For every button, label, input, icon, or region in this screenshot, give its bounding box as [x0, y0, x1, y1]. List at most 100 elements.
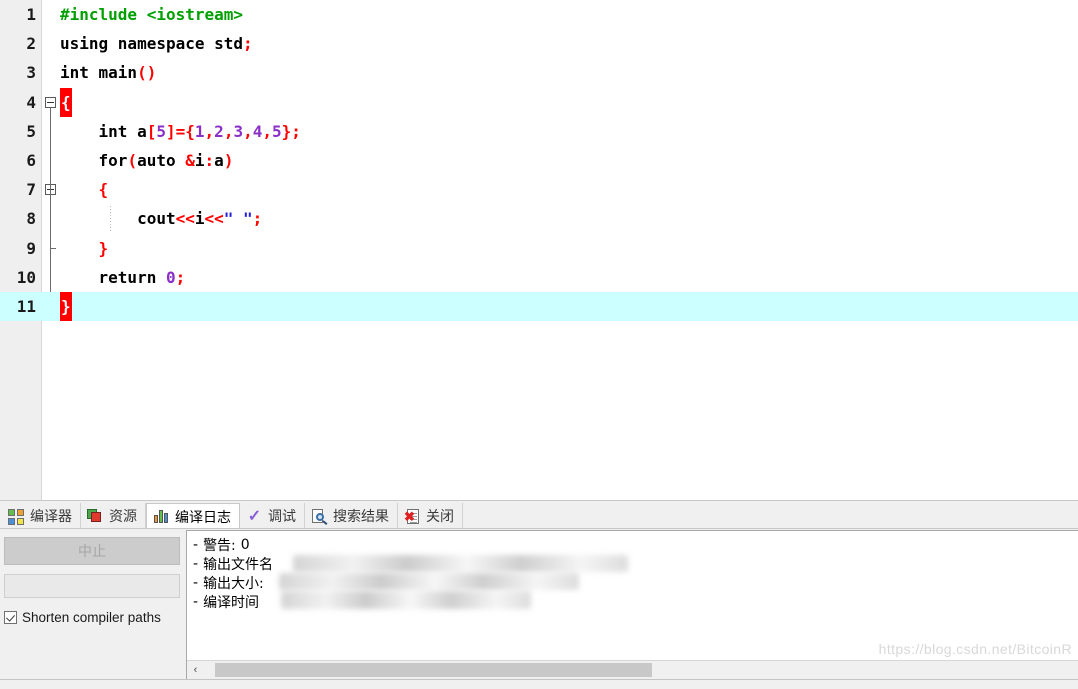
code-line[interactable]: 1 #include <iostream>: [0, 0, 1078, 29]
search-icon: [311, 508, 328, 525]
redacted-value: [293, 555, 628, 572]
code-line[interactable]: 7 {: [0, 175, 1078, 204]
tab-label: 编译器: [30, 508, 72, 524]
code-lines[interactable]: 1 #include <iostream> 2 using namespace std…: [0, 0, 1078, 322]
line-number: 3: [26, 63, 36, 83]
shorten-paths-label: Shorten compiler paths: [22, 610, 161, 625]
compile-log-pane[interactable]: - 警告: 0- 输出文件名 - 输出大小: - 编译时间 ‹ https://blog.cs…: [186, 530, 1078, 679]
log-entry-label: 编译时间: [203, 594, 260, 611]
line-number: 2: [26, 34, 36, 54]
code-line-text: #include <iostream>: [60, 0, 243, 29]
bar-chart-icon: [153, 508, 170, 525]
code-line[interactable]: 10 return 0;: [0, 263, 1078, 292]
code-token: ;: [175, 267, 186, 287]
code-token: 5: [272, 121, 282, 141]
code-token: ;: [252, 209, 263, 229]
code-line[interactable]: 5 int a[5]={1, 2, 3, 4, 5};: [0, 117, 1078, 146]
code-token: {: [98, 180, 109, 200]
code-token: int main: [60, 63, 138, 83]
code-line-text: }: [60, 234, 109, 263]
code-line[interactable]: 9 }: [0, 234, 1078, 263]
code-token: ,: [243, 121, 253, 141]
code-line[interactable]: 11}: [0, 291, 1078, 322]
scroll-left-arrow-icon[interactable]: ‹: [187, 661, 204, 679]
ide-window: 1 #include <iostream> 2 using namespace std…: [0, 0, 1078, 689]
code-editor[interactable]: 1 #include <iostream> 2 using namespace std…: [0, 0, 1078, 500]
tab-6[interactable]: ✖ 关闭: [398, 503, 463, 529]
tab-5[interactable]: 搜索结果: [305, 503, 398, 529]
code-token: a: [214, 150, 224, 170]
log-horizontal-scrollbar[interactable]: ‹: [187, 660, 1078, 679]
log-entry: - 输出大小:: [193, 573, 1078, 592]
tab-label: 关闭: [426, 508, 454, 524]
code-line[interactable]: 3 int main(): [0, 58, 1078, 87]
abort-button[interactable]: 中止: [4, 537, 180, 565]
code-token: &: [185, 150, 195, 170]
redacted-value: [279, 573, 579, 590]
grid-icon: [8, 508, 25, 525]
tab-3[interactable]: 编译日志: [146, 503, 240, 530]
code-token: 1: [194, 121, 205, 141]
code-token: (: [127, 150, 138, 170]
line-number: 10: [16, 267, 36, 287]
code-line[interactable]: 6 for(auto & i: a): [0, 146, 1078, 175]
code-token: <<: [175, 209, 195, 229]
code-token: :: [204, 150, 215, 170]
code-token: 3: [233, 121, 244, 141]
code-line-text: for(auto & i: a): [60, 146, 234, 175]
redacted-value: [281, 591, 531, 609]
scrollbar-track[interactable]: [204, 663, 1078, 677]
code-token: 4: [252, 121, 263, 141]
check-icon: ✓: [247, 507, 262, 525]
line-number: 9: [26, 238, 36, 258]
code-token: cout: [60, 209, 176, 229]
line-number: 8: [26, 209, 36, 229]
tab-4[interactable]: ✓ 调试: [240, 503, 305, 529]
scrollbar-thumb[interactable]: [215, 663, 652, 677]
line-number: 1: [26, 5, 36, 24]
code-token: ): [223, 150, 234, 170]
close-doc-icon: ✖: [404, 508, 421, 525]
log-bullet: -: [193, 593, 199, 610]
code-line-text: {: [60, 87, 72, 117]
log-bullet: -: [193, 536, 199, 553]
log-entry-value: 0: [240, 536, 250, 553]
code-line-text: int a[5]={1, 2, 3, 4, 5};: [60, 117, 301, 146]
panel-tabbar[interactable]: 编译器 资源 编译日志 ✓ 调试 搜索结果 ✖ 关闭: [0, 501, 1078, 530]
code-token: i: [194, 209, 205, 229]
code-token: auto: [137, 150, 186, 170]
code-token: };: [281, 121, 301, 141]
code-token: <<: [204, 209, 224, 229]
status-bar: [0, 679, 1078, 689]
line-number: 6: [26, 150, 36, 170]
code-token: }: [60, 291, 72, 322]
log-entry: - 警告: 0: [193, 535, 1078, 554]
code-line-text: return 0;: [60, 263, 186, 292]
tab-label: 编译日志: [175, 508, 231, 525]
code-token: i: [194, 150, 205, 170]
code-token: ]={: [165, 121, 195, 141]
code-token: #include <iostream>: [60, 5, 244, 24]
tab-label: 资源: [109, 508, 137, 524]
code-line-text: }: [60, 291, 72, 322]
code-token: 2: [214, 121, 224, 141]
log-entry-label: 输出文件名: [203, 556, 274, 573]
code-line-text: using namespace std;: [60, 29, 253, 58]
line-number: 5: [26, 121, 36, 141]
log-entry: - 编译时间: [193, 591, 1078, 611]
code-line[interactable]: 4{: [0, 87, 1078, 117]
tab-1[interactable]: 编译器: [2, 503, 81, 529]
code-line[interactable]: 2 using namespace std;: [0, 29, 1078, 58]
code-token: 0: [165, 267, 176, 287]
code-token: ,: [204, 121, 215, 141]
compile-progress-field: [4, 574, 180, 598]
line-number: 4: [26, 92, 36, 112]
tab-2[interactable]: 资源: [81, 503, 146, 529]
code-line[interactable]: 8 cout << i << " ";: [0, 204, 1078, 233]
code-token: int a: [60, 121, 147, 141]
compile-log-list[interactable]: - 警告: 0- 输出文件名 - 输出大小: - 编译时间: [187, 531, 1078, 660]
line-number: 7: [26, 180, 36, 200]
shorten-compiler-paths-row[interactable]: Shorten compiler paths: [4, 610, 180, 625]
code-token: (): [137, 63, 157, 83]
shorten-paths-checkbox[interactable]: [4, 611, 17, 624]
